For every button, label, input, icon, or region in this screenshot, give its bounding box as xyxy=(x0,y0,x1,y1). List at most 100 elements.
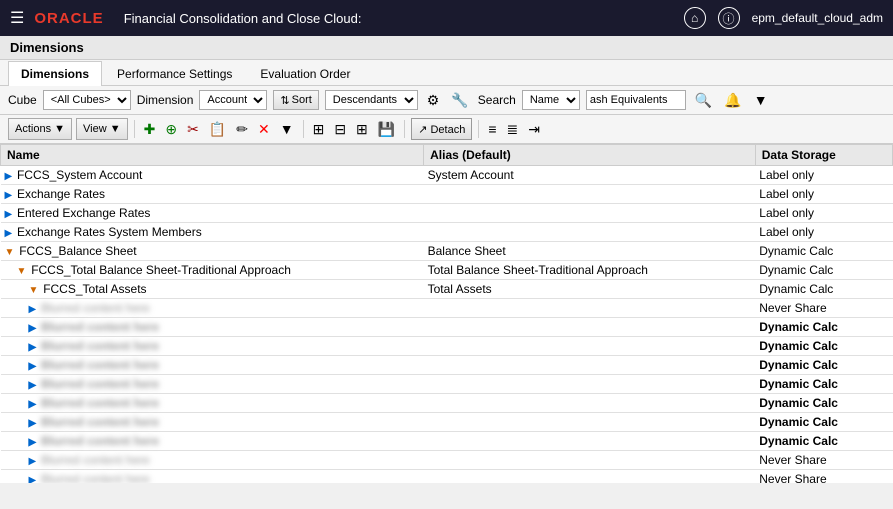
home-icon[interactable]: ⌂ xyxy=(684,7,706,29)
collapse-icon[interactable]: ⊟ xyxy=(331,120,349,139)
page-title-bar: Dimensions xyxy=(0,36,893,60)
expand-icon[interactable]: ▶ xyxy=(29,418,39,429)
page-title: Dimensions xyxy=(10,40,84,55)
filter-options-icon[interactable]: ▼ xyxy=(751,91,771,109)
row-name-text: Blurred content here xyxy=(41,377,159,391)
separator-4 xyxy=(478,120,479,138)
table-row[interactable]: ▶ Blurred content hereDynamic Calc xyxy=(1,375,893,394)
table-row[interactable]: ▶ FCCS_System AccountSystem AccountLabel… xyxy=(1,166,893,185)
copy-icon[interactable]: 📋 xyxy=(206,120,229,139)
table-row[interactable]: ▶ Blurred content hereDynamic Calc xyxy=(1,432,893,451)
filter-icon-2[interactable]: 🔧 xyxy=(448,91,471,110)
sort-button[interactable]: ⇅ Sort xyxy=(273,90,318,110)
view-button[interactable]: View ▼ xyxy=(76,118,128,140)
cube-label: Cube xyxy=(8,93,37,107)
align-center-icon[interactable]: ≣ xyxy=(504,120,522,139)
table-row[interactable]: ▼ FCCS_Total Balance Sheet-Traditional A… xyxy=(1,261,893,280)
expand-icon[interactable]: ▶ xyxy=(29,323,39,334)
expand-icon[interactable]: ▶ xyxy=(5,171,15,182)
filter-icon-1[interactable]: ⚙ xyxy=(424,91,443,110)
row-name-text: FCCS_Total Assets xyxy=(43,282,146,296)
add-icon[interactable]: ✚ xyxy=(141,120,159,139)
more-icon[interactable]: ▼ xyxy=(277,120,297,138)
table-row[interactable]: ▶ Exchange RatesLabel only xyxy=(1,185,893,204)
table-row[interactable]: ▶ Blurred content hereDynamic Calc xyxy=(1,413,893,432)
row-alias-cell xyxy=(424,356,756,375)
row-name-text: Blurred content here xyxy=(41,358,159,372)
hamburger-menu-icon[interactable]: ☰ xyxy=(10,8,24,28)
separator-2 xyxy=(303,120,304,138)
cut-icon[interactable]: ✂ xyxy=(184,120,202,139)
row-storage-cell: Never Share xyxy=(755,451,892,470)
filter-clear-icon[interactable]: 🔔 xyxy=(721,91,744,110)
table-row[interactable]: ▶ Blurred content hereDynamic Calc xyxy=(1,318,893,337)
row-storage-cell: Dynamic Calc xyxy=(755,337,892,356)
expand-icon[interactable]: ▶ xyxy=(5,190,15,201)
expand-icon[interactable]: ⊞ xyxy=(310,120,328,139)
oracle-logo: ORACLE xyxy=(34,10,103,27)
save-icon[interactable]: 💾 xyxy=(375,120,398,139)
row-alias-cell xyxy=(424,394,756,413)
table-row[interactable]: ▼ FCCS_Total AssetsTotal AssetsDynamic C… xyxy=(1,280,893,299)
table-row[interactable]: ▼ FCCS_Balance SheetBalance SheetDynamic… xyxy=(1,242,893,261)
row-name-cell: ▶ Blurred content here xyxy=(1,337,424,356)
table-row[interactable]: ▶ Blurred content here Dynamic Calc xyxy=(1,337,893,356)
row-name-text: Exchange Rates xyxy=(17,187,105,201)
dimension-select[interactable]: Account xyxy=(199,90,267,110)
table-row[interactable]: ▶ Blurred content hereDynamic Calc xyxy=(1,356,893,375)
cube-select[interactable]: <All Cubes> xyxy=(43,90,131,110)
indent-spacer xyxy=(5,434,29,448)
row-name-text: Entered Exchange Rates xyxy=(17,206,150,220)
sort-icon: ⇅ xyxy=(280,94,289,107)
expand-icon[interactable]: ▶ xyxy=(29,361,39,372)
expand-icon[interactable]: ▶ xyxy=(5,228,15,239)
expand-icon[interactable]: ▼ xyxy=(29,285,42,296)
expand-icon[interactable]: ▼ xyxy=(17,266,30,277)
expand-icon[interactable]: ▶ xyxy=(29,342,39,353)
indent-spacer xyxy=(5,301,29,315)
row-name-text: Blurred content here xyxy=(41,301,150,315)
expand-icon[interactable]: ▶ xyxy=(29,456,39,467)
view-label: View ▼ xyxy=(83,123,121,135)
row-name-text: Blurred content here xyxy=(41,453,150,467)
expand-icon[interactable]: ▼ xyxy=(5,247,18,258)
expand-icon[interactable]: ▶ xyxy=(29,399,39,410)
app-header: ☰ ORACLE Financial Consolidation and Clo… xyxy=(0,0,893,36)
table-row[interactable]: ▶ Exchange Rates System MembersLabel onl… xyxy=(1,223,893,242)
sort-select[interactable]: Descendants xyxy=(325,90,418,110)
expand-icon[interactable]: ▶ xyxy=(29,475,39,483)
delete-icon[interactable]: ✕ xyxy=(255,120,273,139)
tabs-bar: Dimensions Performance Settings Evaluati… xyxy=(0,60,893,86)
search-icon[interactable]: 🔍 xyxy=(692,91,715,110)
search-field-select[interactable]: Name xyxy=(522,90,580,110)
row-name-cell: ▶ Exchange Rates xyxy=(1,185,424,204)
expand-icon[interactable]: ▶ xyxy=(5,209,15,220)
info-icon[interactable]: ⓘ xyxy=(718,7,740,29)
expand-icon[interactable]: ▶ xyxy=(29,380,39,391)
indent-spacer xyxy=(5,453,29,467)
row-name-cell: ▼ FCCS_Balance Sheet xyxy=(1,242,424,261)
search-input[interactable] xyxy=(586,90,686,110)
add-child-icon[interactable]: ⊕ xyxy=(162,120,180,139)
table-row[interactable]: ▶ Blurred content hereDynamic Calc xyxy=(1,394,893,413)
expand-icon[interactable]: ▶ xyxy=(29,304,39,315)
tab-performance-settings[interactable]: Performance Settings xyxy=(104,61,245,86)
table-row[interactable]: ▶ Entered Exchange RatesLabel only xyxy=(1,204,893,223)
tab-evaluation-order[interactable]: Evaluation Order xyxy=(247,61,363,86)
expand-icon[interactable]: ▶ xyxy=(29,437,39,448)
row-storage-cell: Dynamic Calc xyxy=(755,432,892,451)
indent-spacer xyxy=(5,377,29,391)
detach-button[interactable]: ↗ Detach xyxy=(411,118,472,140)
align-left-icon[interactable]: ≡ xyxy=(485,120,499,138)
table-row[interactable]: ▶ Blurred content hereNever Share xyxy=(1,470,893,484)
expand-all-icon[interactable]: ⊞ xyxy=(353,120,371,139)
tab-dimensions[interactable]: Dimensions xyxy=(8,61,102,86)
edit-icon[interactable]: ✏ xyxy=(233,120,251,139)
row-alias-cell: Balance Sheet xyxy=(424,242,756,261)
actions-button[interactable]: Actions ▼ xyxy=(8,118,72,140)
row-alias-cell: System Account xyxy=(424,166,756,185)
table-row[interactable]: ▶ Blurred content hereNever Share xyxy=(1,299,893,318)
row-name-text: FCCS_Balance Sheet xyxy=(19,244,136,258)
table-row[interactable]: ▶ Blurred content here Never Share xyxy=(1,451,893,470)
wrap-icon[interactable]: ⇥ xyxy=(525,120,543,139)
